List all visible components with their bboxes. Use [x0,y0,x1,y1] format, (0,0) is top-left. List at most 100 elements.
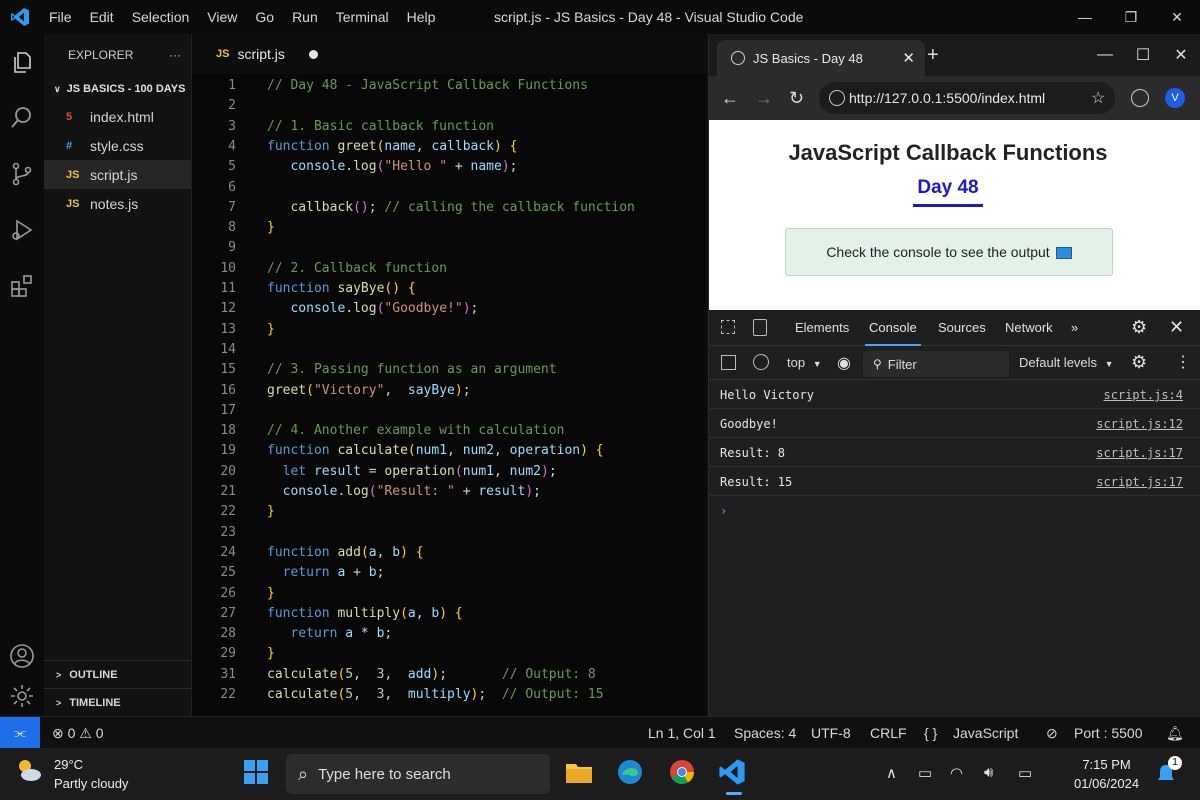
code-line[interactable]: 2 [192,96,706,116]
code-line[interactable]: 22 calculate(5, 3, multiply); // Output: … [192,685,706,705]
start-windows-icon[interactable] [242,758,274,790]
profile-avatar[interactable]: V [1165,88,1185,108]
devtools-close-icon[interactable]: ✕ [1169,317,1184,338]
code-line[interactable]: 3 // 1. Basic callback function [192,117,706,137]
menu-item-file[interactable]: File [40,0,81,34]
code-line[interactable]: 6 [192,178,706,198]
chrome-browser-icon[interactable] [668,758,700,790]
forward-arrow-icon[interactable]: → [755,88,773,109]
menu-item-edit[interactable]: Edit [81,0,123,34]
more-actions-icon[interactable]: ··· [169,48,181,62]
code-line[interactable]: 29} [192,644,706,664]
code-line[interactable]: 23 [192,523,706,543]
menu-item-help[interactable]: Help [398,0,445,34]
log-levels-dropdown[interactable]: Default levels ▼ [1019,355,1114,370]
battery-icon[interactable]: ▭ [1018,764,1032,782]
code-line[interactable]: 10 // 2. Callback function [192,259,706,279]
console-source-link[interactable]: script.js:12 [1096,417,1183,431]
code-line[interactable]: 14 [192,340,706,360]
console-source-link[interactable]: script.js:4 [1104,388,1183,402]
device-toolbar-icon[interactable] [753,319,767,336]
code-line[interactable]: 20 let result = operation(num1, num2); [192,462,706,482]
file-explorer-icon[interactable] [564,758,596,790]
new-tab-icon[interactable]: + [927,44,939,67]
code-line[interactable]: 31 calculate(5, 3, add); // Output: 8 [192,665,706,685]
code-line[interactable]: 22} [192,502,706,522]
tab-script-js[interactable]: JS script.js [200,34,328,74]
menu-item-view[interactable]: View [198,0,246,34]
cursor-position[interactable]: Ln 1, Col 1 [648,725,716,741]
code-line[interactable]: 24 function add(a, b) { [192,543,706,563]
timeline-section[interactable]: > TIMELINE [44,688,192,716]
tab-network[interactable]: Network [1005,320,1053,335]
menu-item-go[interactable]: Go [246,0,283,34]
language-mode[interactable]: JavaScript [953,725,1018,741]
tray-chevron-up-icon[interactable]: ∧ [886,764,897,782]
sidebar-toggle-icon[interactable] [721,355,736,370]
code-line[interactable]: 7 callback(); // calling the callback fu… [192,198,706,218]
unsaved-dot-icon[interactable] [309,49,318,59]
code-line[interactable]: 21 console.log("Result: " + result); [192,482,706,502]
problems-indicator[interactable]: ⊗ 0 ⚠ 0 [52,725,104,742]
file-item[interactable]: JS script.js [44,160,191,189]
edge-browser-icon[interactable] [616,758,648,790]
weather-widget[interactable]: 29°C Partly cloudy [14,755,128,793]
file-item[interactable]: JS notes.js [44,189,191,218]
code-line[interactable]: 15 // 3. Passing function as an argument [192,360,706,380]
taskbar-search-box[interactable]: ⌕ Type here to search [286,754,550,794]
explorer-icon[interactable] [0,40,44,84]
console-source-link[interactable]: script.js:17 [1096,446,1183,460]
menu-item-terminal[interactable]: Terminal [327,0,398,34]
bookmark-star-icon[interactable]: ☆ [1091,88,1105,108]
back-arrow-icon[interactable]: ← [721,88,739,109]
extensions-icon[interactable] [0,264,44,308]
restore-icon[interactable]: ❐ [1108,0,1154,34]
console-source-link[interactable]: script.js:17 [1096,475,1183,489]
code-line[interactable]: 28 return a * b; [192,624,706,644]
remote-indicator-icon[interactable]: ⫘ [0,717,40,749]
tab-sources[interactable]: Sources [938,320,986,335]
console-filter-input[interactable]: ⚲ Filter [863,351,1009,377]
run-debug-icon[interactable] [0,208,44,252]
source-control-icon[interactable] [0,152,44,196]
code-line[interactable]: 13} [192,320,706,340]
line-ending[interactable]: CRLF [870,725,907,741]
code-line[interactable]: 12 console.log("Goodbye!"); [192,299,706,319]
tab-elements[interactable]: Elements [795,320,849,335]
kebab-menu-icon[interactable]: ⋮ [1175,352,1191,372]
vscode-taskbar-icon[interactable] [718,758,750,795]
file-item[interactable]: # style.css [44,131,191,160]
browser-tab[interactable]: JS Basics - Day 48 ✕ [717,40,925,76]
settings-gear-icon[interactable] [0,674,44,718]
encoding[interactable]: UTF-8 [811,725,851,741]
extension-icon[interactable] [1131,89,1149,107]
code-line[interactable]: 26} [192,584,706,604]
context-selector[interactable]: top ▼ [787,355,822,370]
close-tab-icon[interactable]: ✕ [902,49,915,67]
system-clock[interactable]: 7:15 PM 01/06/2024 [1074,755,1139,793]
code-line[interactable]: 8} [192,218,706,238]
code-line[interactable]: 4 function greet(name, callback) { [192,137,706,157]
code-line[interactable]: 17 [192,401,706,421]
menu-item-run[interactable]: Run [283,0,327,34]
menu-item-selection[interactable]: Selection [123,0,199,34]
code-line[interactable]: 9 [192,238,706,258]
eye-icon[interactable]: ◉ [837,353,851,373]
close-icon[interactable]: ✕ [1154,0,1200,34]
volume-icon[interactable]: 🔊︎ [984,764,993,781]
url-field[interactable]: http://127.0.0.1:5500/index.html [819,82,1115,114]
code-line[interactable]: 19 function calculate(num1, num2, operati… [192,441,706,461]
console-prompt-row[interactable]: › [709,496,1200,525]
outline-section[interactable]: > OUTLINE [44,660,192,688]
code-editor[interactable]: 1 // Day 48 - JavaScript Callback Functio… [192,74,706,716]
display-icon[interactable]: ▭ [918,764,932,782]
code-line[interactable]: 27 function multiply(a, b) { [192,604,706,624]
inspect-element-icon[interactable] [721,320,735,334]
account-icon[interactable] [0,634,44,678]
file-item[interactable]: 5 index.html [44,102,191,131]
code-line[interactable]: 1 // Day 48 - JavaScript Callback Functio… [192,76,706,96]
workspace-folder[interactable]: ∨ JS BASICS - 100 DAYS [44,76,191,102]
clear-console-icon[interactable] [753,354,769,370]
devtools-settings-icon[interactable]: ⚙ [1131,317,1147,338]
close-icon[interactable]: ✕ [1162,34,1200,76]
